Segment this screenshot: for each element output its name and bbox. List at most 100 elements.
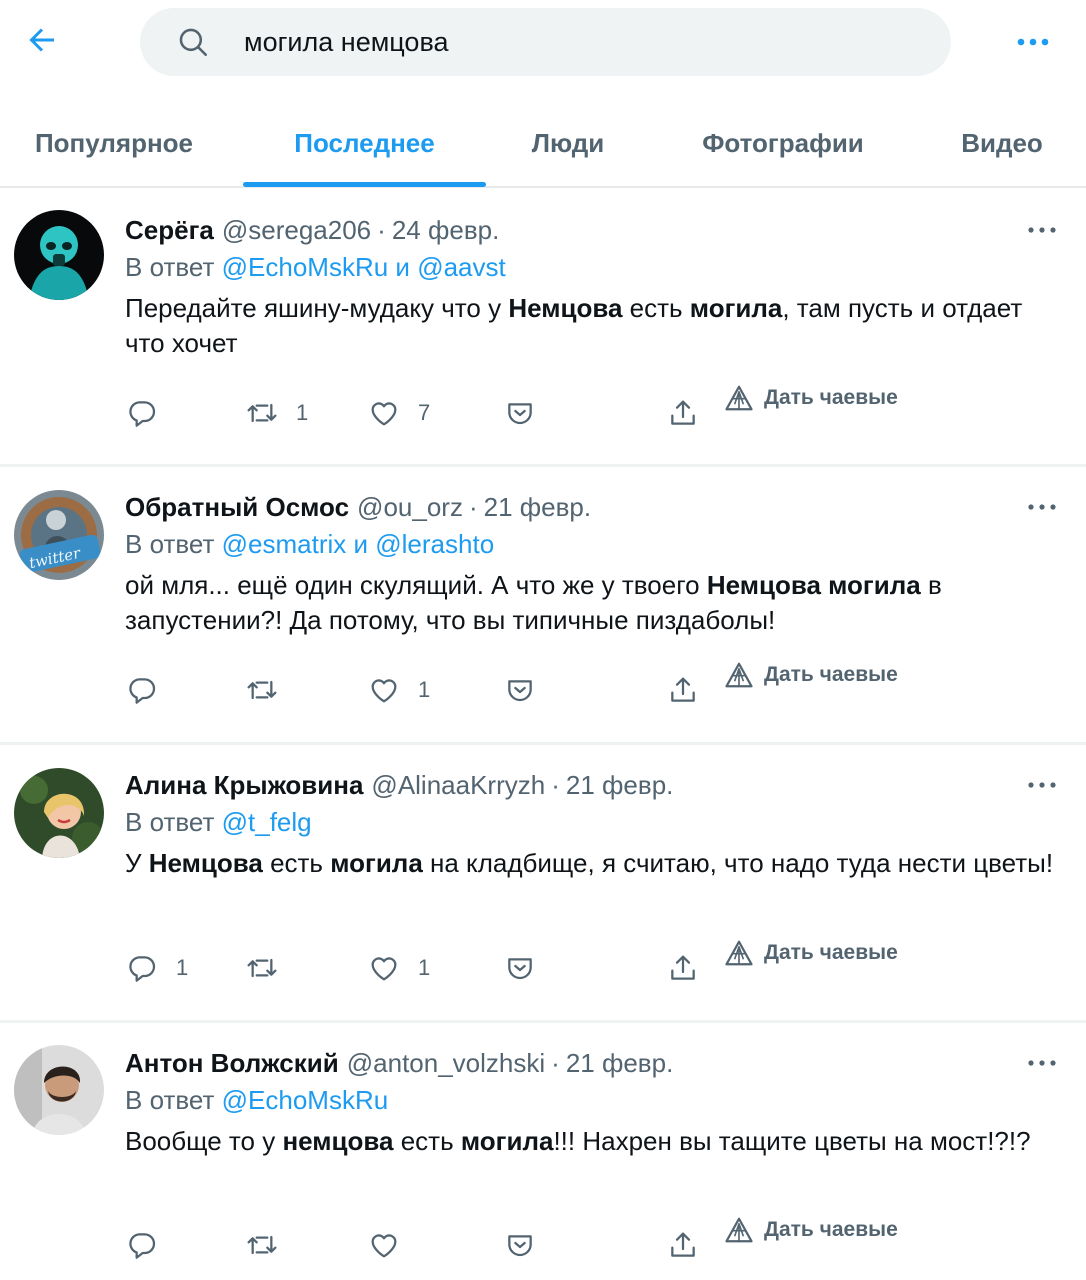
- text-segment: Вообще то у: [125, 1126, 283, 1156]
- highlighted-term: немцова: [282, 1126, 394, 1156]
- more-dots-icon: [1028, 504, 1056, 510]
- tweet-more-button[interactable]: [1022, 492, 1062, 522]
- more-options-button[interactable]: [1010, 22, 1056, 62]
- retweet-button[interactable]: [246, 1223, 296, 1267]
- revue-button[interactable]: [504, 668, 536, 712]
- retweet-button[interactable]: [246, 668, 296, 712]
- reply-mention[interactable]: @EchoMskRu: [222, 252, 389, 282]
- like-button[interactable]: 7: [368, 391, 430, 435]
- search-tabs: Популярное Последнее Люди Фотографии Вид…: [0, 100, 1086, 188]
- tab-popular[interactable]: Популярное: [0, 100, 228, 186]
- avatar-image: [14, 210, 104, 300]
- author-handle[interactable]: @ou_orz: [357, 492, 463, 523]
- reply-button[interactable]: [126, 668, 176, 712]
- tip-button[interactable]: Дать чаевые: [724, 936, 898, 970]
- search-input[interactable]: [244, 22, 924, 62]
- tweet[interactable]: Серёга @serega206 · 24 февр. В ответ @Ec…: [0, 190, 1086, 467]
- reply-mention[interactable]: @t_felg: [222, 807, 312, 837]
- heart-icon: [371, 957, 397, 981]
- search-box[interactable]: [140, 8, 951, 76]
- author-name[interactable]: Алина Крыжовина: [125, 770, 363, 801]
- share-button[interactable]: [667, 946, 699, 990]
- reply-mention[interactable]: @aavst: [417, 252, 506, 282]
- retweet-icon: [247, 403, 277, 423]
- like-button[interactable]: [368, 1223, 418, 1267]
- back-button[interactable]: [22, 20, 62, 60]
- tweet-text: ой мля... ещё один скулящий. А что же у …: [125, 568, 1060, 638]
- author-handle[interactable]: @AlinaaKrryzh: [371, 770, 545, 801]
- tip-icon: [725, 1217, 753, 1243]
- revue-button[interactable]: [504, 946, 536, 990]
- author-handle[interactable]: @serega206: [222, 215, 371, 246]
- tip-button[interactable]: Дать чаевые: [724, 381, 898, 415]
- reply-prefix: В ответ: [125, 807, 215, 837]
- tweet-date[interactable]: 21 февр.: [566, 770, 674, 801]
- text-segment: Передайте яшину-мудаку что у: [125, 293, 509, 323]
- separator-dot: ·: [551, 769, 560, 800]
- highlighted-term: могила: [689, 293, 783, 323]
- avatar[interactable]: [14, 210, 104, 300]
- tip-icon: [725, 662, 753, 688]
- author-name[interactable]: Антон Волжский: [125, 1048, 339, 1079]
- avatar-image: [14, 1045, 104, 1135]
- avatar[interactable]: twitter: [14, 490, 104, 580]
- tab-videos[interactable]: Видео: [930, 100, 1074, 186]
- like-button[interactable]: 1: [368, 946, 430, 990]
- heart-icon: [371, 402, 397, 426]
- reply-prefix: В ответ: [125, 529, 215, 559]
- reply-mention[interactable]: @esmatrix: [222, 529, 347, 559]
- tweet-more-button[interactable]: [1022, 1048, 1062, 1078]
- author-handle[interactable]: @anton_volzhski: [347, 1048, 545, 1079]
- tweet-text: У Немцова есть могила на кладбище, я счи…: [125, 846, 1060, 881]
- text-segment: ой мля... ещё один скулящий. А что же у …: [125, 570, 707, 600]
- retweet-icon: [247, 958, 277, 978]
- tweet[interactable]: twitter Обратный Осмос @ou_orz · 21 февр…: [0, 467, 1086, 745]
- tip-button[interactable]: Дать чаевые: [724, 1213, 898, 1247]
- tweet[interactable]: Алина Крыжовина @AlinaaKrryzh · 21 февр.…: [0, 745, 1086, 1023]
- tweet-date[interactable]: 24 февр.: [392, 215, 500, 246]
- author-name[interactable]: Серёга: [125, 215, 214, 246]
- more-dots-icon: [1028, 1060, 1056, 1066]
- reply-mention[interactable]: @EchoMskRu: [222, 1085, 389, 1115]
- more-dots-icon: [1028, 782, 1056, 788]
- tweet-text: Вообще то у немцова есть могила!!! Нахре…: [125, 1124, 1060, 1159]
- reply-button[interactable]: [126, 1223, 176, 1267]
- reply-icon: [129, 401, 156, 427]
- tab-photos[interactable]: Фотографии: [674, 100, 892, 186]
- text-segment: !!! Нахрен вы тащите цветы на мост!?!?: [553, 1126, 1031, 1156]
- retweet-button[interactable]: [246, 946, 296, 990]
- tweet-date[interactable]: 21 февр.: [484, 492, 592, 523]
- author-name[interactable]: Обратный Осмос: [125, 492, 349, 523]
- tweet-more-button[interactable]: [1022, 215, 1062, 245]
- share-button[interactable]: [667, 668, 699, 712]
- tweet-more-button[interactable]: [1022, 770, 1062, 800]
- share-button[interactable]: [667, 1223, 699, 1267]
- text-segment: есть: [393, 1126, 461, 1156]
- reply-mention[interactable]: @lerashto: [375, 529, 494, 559]
- tip-button[interactable]: Дать чаевые: [724, 658, 898, 692]
- highlighted-term: Немцова: [508, 293, 623, 323]
- retweet-button[interactable]: 1: [246, 391, 308, 435]
- tab-people[interactable]: Люди: [508, 100, 628, 186]
- reply-joiner: и: [353, 529, 369, 559]
- avatar[interactable]: [14, 768, 104, 858]
- revue-button[interactable]: [504, 1223, 536, 1267]
- tab-latest[interactable]: Последнее: [243, 100, 486, 186]
- share-icon: [671, 955, 695, 980]
- like-button[interactable]: 1: [368, 668, 430, 712]
- tweet-actions: 1 7 Дать чаевые: [0, 385, 1086, 435]
- share-icon: [671, 1232, 695, 1257]
- reply-count: 1: [176, 955, 189, 980]
- search-icon: [179, 28, 208, 57]
- reply-button[interactable]: [126, 391, 176, 435]
- revue-button[interactable]: [504, 391, 536, 435]
- reply-context: В ответ @EchoMskRu и @aavst: [125, 252, 506, 286]
- reply-button[interactable]: 1: [126, 946, 188, 990]
- avatar[interactable]: [14, 1045, 104, 1135]
- retweet-count: 1: [296, 400, 309, 425]
- tweet[interactable]: Антон Волжский @anton_volzhski · 21 февр…: [0, 1023, 1086, 1280]
- tweet-date[interactable]: 21 февр.: [566, 1048, 674, 1079]
- share-button[interactable]: [667, 391, 699, 435]
- newsletter-icon: [508, 958, 532, 980]
- highlighted-term: могила: [460, 1126, 554, 1156]
